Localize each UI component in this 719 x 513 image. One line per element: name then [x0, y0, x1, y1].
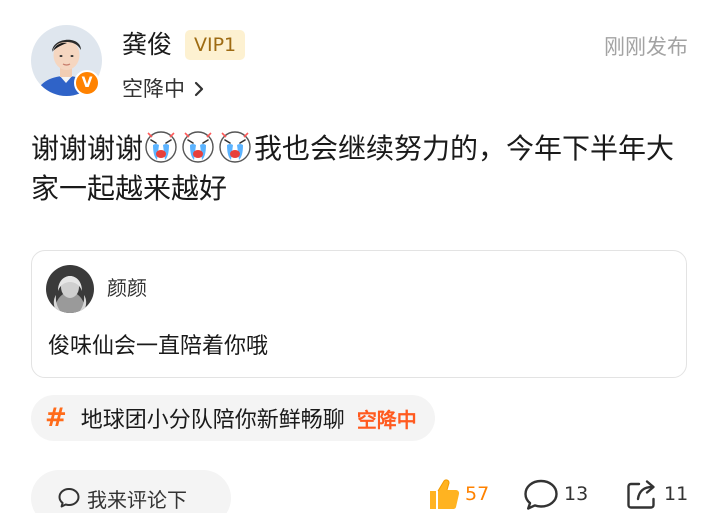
username[interactable]: 龚俊 — [122, 28, 172, 62]
crying-emoji-icon — [217, 128, 253, 164]
topic-tag[interactable]: # 地球团小分队陪你新鲜畅聊 空降中 — [31, 395, 435, 441]
topic-tag-label: 地球团小分队陪你新鲜畅聊 — [80, 408, 345, 433]
verified-icon: V — [74, 70, 100, 96]
comment-bubble-icon — [57, 486, 81, 510]
crying-emoji-icon — [180, 128, 216, 164]
quote-avatar[interactable] — [46, 265, 94, 313]
crying-emoji-icon — [143, 128, 179, 164]
post-timestamp: 刚刚发布 — [604, 35, 688, 59]
thumbs-up-icon — [425, 476, 461, 512]
comment-icon — [522, 476, 560, 512]
post-text-before: 谢谢谢谢 — [31, 132, 144, 165]
topic-link[interactable]: 空降中 — [122, 74, 207, 104]
quote-avatar-image — [46, 265, 94, 313]
topic-link-label: 空降中 — [122, 77, 185, 101]
quote-username[interactable]: 颜颜 — [107, 273, 147, 303]
vip-badge[interactable]: VIP1 — [185, 30, 246, 60]
quoted-comment-card[interactable]: 颜颜 俊味仙会一直陪着你哦 — [31, 250, 687, 378]
share-button[interactable]: 11 — [624, 476, 688, 512]
post-text: 谢谢谢谢 我也会继续努力的，今年下半年大家一起越来越好 — [31, 128, 691, 209]
like-count: 57 — [465, 483, 490, 505]
comment-button[interactable]: 13 — [522, 476, 588, 512]
topic-tag-accent: 空降中 — [356, 407, 417, 432]
comment-input-placeholder: 我来评论下 — [87, 487, 187, 512]
comment-input[interactable]: 我来评论下 — [31, 470, 231, 513]
share-count: 11 — [664, 483, 689, 505]
share-icon — [624, 476, 660, 512]
hashtag-icon: # — [45, 403, 67, 433]
chevron-right-icon — [191, 74, 207, 104]
post-card: V 龚俊 VIP1 刚刚发布 空降中 谢谢谢谢 我也会继续努力的，今年下半年大家… — [0, 0, 719, 513]
quote-text: 俊味仙会一直陪着你哦 — [48, 334, 269, 359]
like-button[interactable]: 57 — [425, 476, 489, 512]
comment-count: 13 — [564, 483, 589, 505]
